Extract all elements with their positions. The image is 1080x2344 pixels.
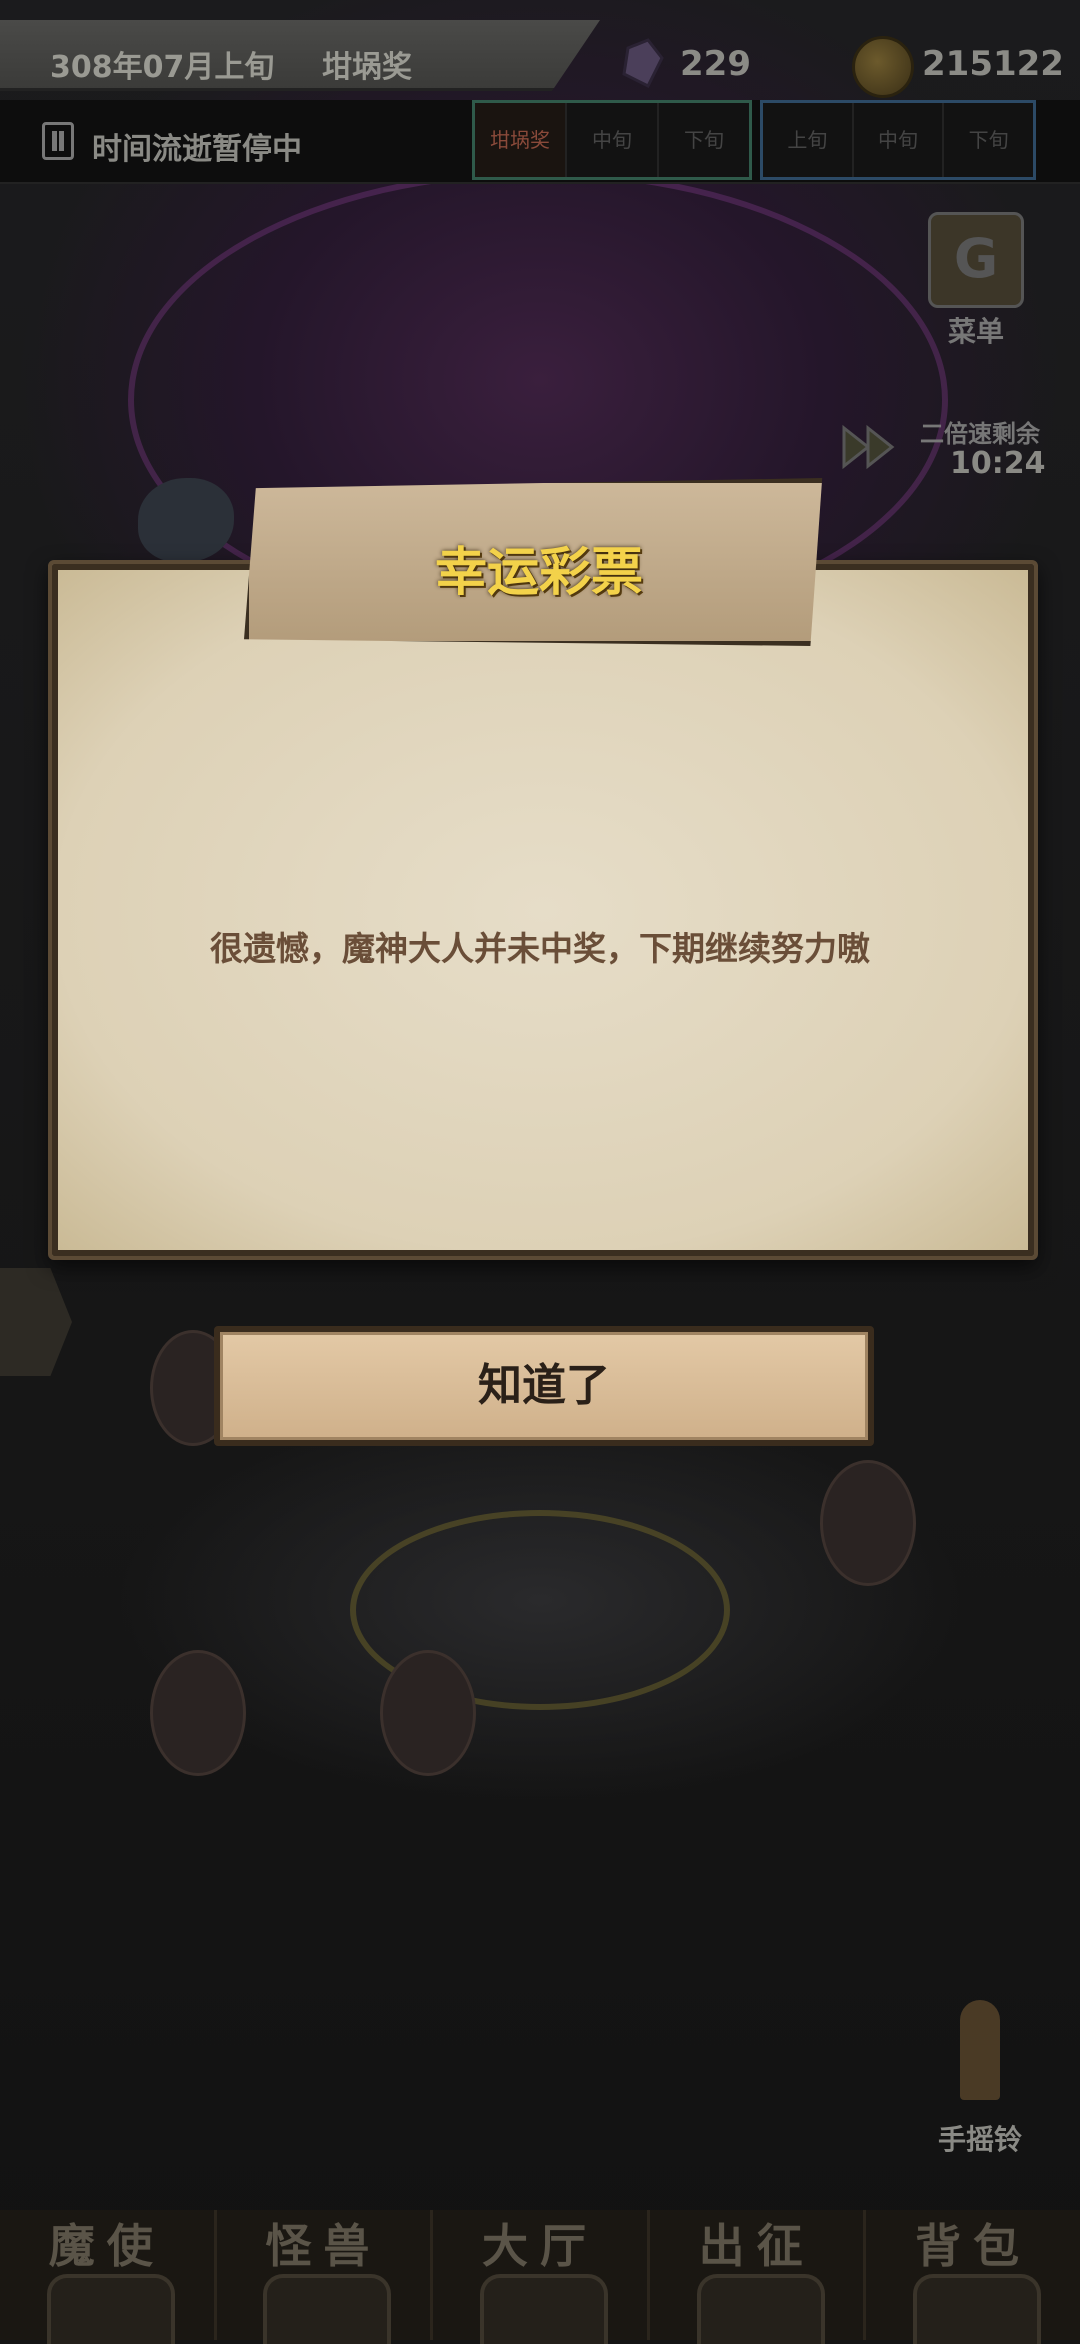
nav-backpack[interactable]: 背包 xyxy=(866,2210,1080,2344)
nav-monster-label: 怪兽 xyxy=(265,2219,382,2273)
bottom-nav: 魔使 怪兽 大厅 出征 背包 xyxy=(0,2210,1080,2344)
speed-remaining-label: 二倍速剩余 xyxy=(920,420,1040,448)
time-status: 时间流逝暂停中 xyxy=(92,132,302,167)
left-arrow-icon[interactable] xyxy=(0,1268,72,1376)
slot-mid-2[interactable]: 中旬 xyxy=(853,103,945,177)
menu-icon xyxy=(928,212,1024,308)
slot-early-2[interactable]: 上旬 xyxy=(763,103,854,177)
gold-coin-icon xyxy=(852,36,914,98)
nav-hall-label: 大厅 xyxy=(481,2219,598,2273)
period-slots-1: 坩埚奖 中旬 下旬 xyxy=(472,100,752,180)
gem-count: 229 xyxy=(680,44,751,84)
top-bar: 308年07月上旬 坩埚奖 229 215122 xyxy=(0,0,1080,100)
expedition-icon xyxy=(696,2274,825,2344)
period-slots-2: 上旬 中旬 下旬 xyxy=(760,100,1036,180)
hand-bell-button[interactable]: 手摇铃 xyxy=(920,2000,1040,2156)
nav-expedition[interactable]: 出征 xyxy=(650,2210,867,2344)
nav-envoy[interactable]: 魔使 xyxy=(0,2210,217,2344)
bell-icon xyxy=(960,2000,1000,2100)
nav-backpack-label: 背包 xyxy=(915,2219,1032,2273)
slot-cauldron[interactable]: 坩埚奖 xyxy=(475,103,567,177)
nav-expedition-label: 出征 xyxy=(698,2219,815,2273)
slot-late-2[interactable]: 下旬 xyxy=(944,103,1034,177)
rock xyxy=(138,478,234,562)
double-speed-icon[interactable] xyxy=(842,424,906,470)
nav-envoy-label: 魔使 xyxy=(48,2219,165,2273)
game-date: 308年07月上旬 xyxy=(50,50,275,85)
nav-hall[interactable]: 大厅 xyxy=(433,2210,650,2344)
prize-label: 坩埚奖 xyxy=(322,50,412,85)
character-angel[interactable] xyxy=(150,1650,246,1776)
ok-button-label: 知道了 xyxy=(478,1360,610,1411)
skull-icon xyxy=(46,2274,175,2344)
gold-count: 215122 xyxy=(922,44,1064,84)
dialog-paper xyxy=(48,560,1038,1260)
dialog-message: 很遗憾，魔神大人并未中奖，下期继续努力嗷 xyxy=(210,929,870,968)
hand-bell-label: 手摇铃 xyxy=(937,2123,1022,2156)
hall-icon xyxy=(479,2274,608,2344)
nav-monster[interactable]: 怪兽 xyxy=(217,2210,434,2344)
backpack-icon xyxy=(913,2274,1042,2344)
slot-mid[interactable]: 中旬 xyxy=(567,103,659,177)
speed-remaining-time: 10:24 xyxy=(950,446,1046,481)
character-archer[interactable] xyxy=(820,1460,916,1586)
crystal-icon xyxy=(622,38,664,88)
pause-icon[interactable] xyxy=(42,122,74,160)
slot-late[interactable]: 下旬 xyxy=(659,103,749,177)
monster-icon xyxy=(263,2274,392,2344)
menu-label: 菜单 xyxy=(947,315,1004,348)
dialog-title: 幸运彩票 xyxy=(434,543,643,603)
menu-button[interactable]: 菜单 xyxy=(928,212,1028,348)
character-demon[interactable] xyxy=(380,1650,476,1776)
ok-button[interactable]: 知道了 xyxy=(214,1326,874,1446)
